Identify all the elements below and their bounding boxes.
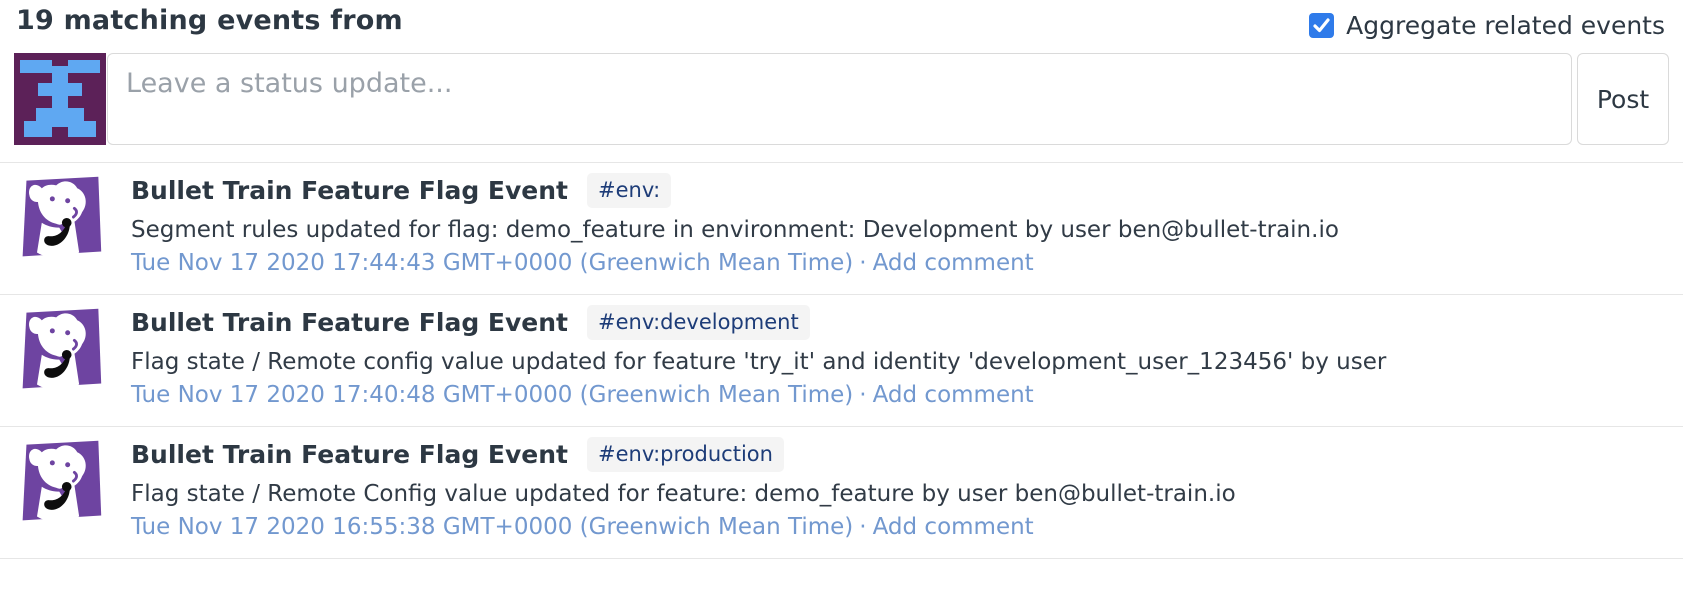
event-title: Bullet Train Feature Flag Event bbox=[131, 440, 568, 469]
aggregate-checkbox[interactable] bbox=[1309, 13, 1334, 38]
event-meta: Tue Nov 17 2020 17:44:43 GMT+0000 (Green… bbox=[131, 250, 1339, 276]
header: 19 matching events from Aggregate relate… bbox=[0, 0, 1683, 40]
event-body: Bullet Train Feature Flag Event #env:pro… bbox=[131, 436, 1236, 540]
aggregate-label: Aggregate related events bbox=[1346, 11, 1665, 40]
events-list: Bullet Train Feature Flag Event #env: Se… bbox=[0, 162, 1683, 559]
meta-separator: · bbox=[859, 382, 866, 408]
status-update-input[interactable] bbox=[107, 53, 1572, 145]
user-identicon-avatar bbox=[14, 53, 106, 145]
event-body: Bullet Train Feature Flag Event #env:dev… bbox=[131, 304, 1386, 408]
add-comment-link[interactable]: Add comment bbox=[873, 514, 1034, 540]
meta-separator: · bbox=[859, 514, 866, 540]
event-tag-badge[interactable]: #env:development bbox=[587, 305, 810, 340]
event-title: Bullet Train Feature Flag Event bbox=[131, 308, 568, 337]
event-meta: Tue Nov 17 2020 17:40:48 GMT+0000 (Green… bbox=[131, 382, 1386, 408]
event-timestamp-link[interactable]: Tue Nov 17 2020 17:40:48 GMT+0000 (Green… bbox=[131, 382, 853, 408]
status-composer: Post bbox=[14, 53, 1669, 145]
event-row: Bullet Train Feature Flag Event #env:pro… bbox=[0, 427, 1683, 559]
event-title: Bullet Train Feature Flag Event bbox=[131, 176, 568, 205]
post-button[interactable]: Post bbox=[1577, 53, 1669, 145]
event-tag-badge[interactable]: #env: bbox=[587, 173, 671, 208]
aggregate-toggle[interactable]: Aggregate related events bbox=[1309, 11, 1665, 40]
event-tag-badge[interactable]: #env:production bbox=[587, 437, 784, 472]
datadog-dog-logo-icon bbox=[14, 172, 106, 264]
datadog-dog-logo-icon bbox=[14, 436, 106, 528]
event-timestamp-link[interactable]: Tue Nov 17 2020 17:44:43 GMT+0000 (Green… bbox=[131, 250, 853, 276]
add-comment-link[interactable]: Add comment bbox=[873, 250, 1034, 276]
event-row: Bullet Train Feature Flag Event #env:dev… bbox=[0, 295, 1683, 427]
event-body: Bullet Train Feature Flag Event #env: Se… bbox=[131, 172, 1339, 276]
add-comment-link[interactable]: Add comment bbox=[873, 382, 1034, 408]
event-description: Flag state / Remote config value updated… bbox=[131, 349, 1386, 375]
event-timestamp-link[interactable]: Tue Nov 17 2020 16:55:38 GMT+0000 (Green… bbox=[131, 514, 853, 540]
check-icon bbox=[1313, 17, 1330, 34]
datadog-dog-logo-icon bbox=[14, 304, 106, 396]
event-meta: Tue Nov 17 2020 16:55:38 GMT+0000 (Green… bbox=[131, 514, 1236, 540]
meta-separator: · bbox=[859, 250, 866, 276]
event-row: Bullet Train Feature Flag Event #env: Se… bbox=[0, 163, 1683, 295]
event-description: Segment rules updated for flag: demo_fea… bbox=[131, 217, 1339, 243]
page-title: 19 matching events from bbox=[16, 5, 403, 36]
event-description: Flag state / Remote Config value updated… bbox=[131, 481, 1236, 507]
